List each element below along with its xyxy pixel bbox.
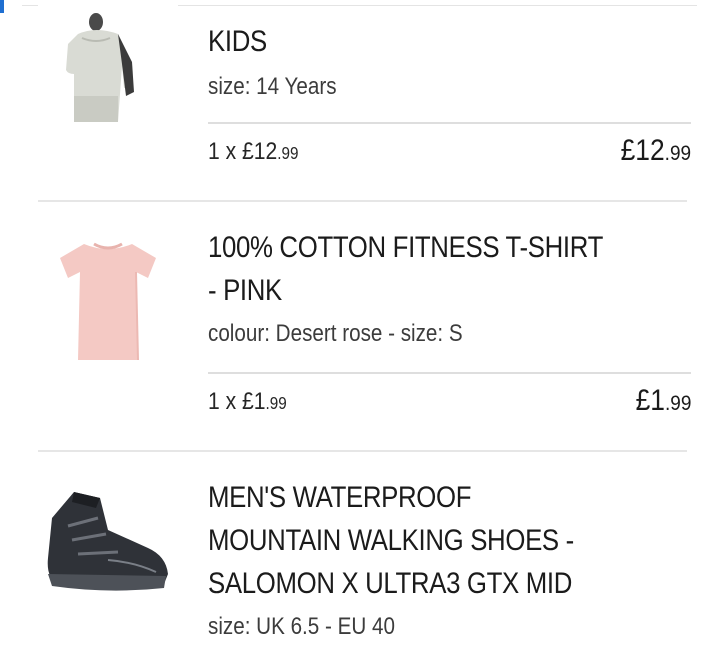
item-name-line-2[interactable]: - PINK xyxy=(208,269,690,312)
line-total: £12.99 xyxy=(621,134,691,168)
item-variant: colour: Desert rose - size: S xyxy=(208,320,463,347)
item-name[interactable]: KIDS xyxy=(208,20,690,63)
unit-price-decimals: .99 xyxy=(277,143,299,163)
quantity-text: 1 x xyxy=(208,138,243,165)
item-name-line-1[interactable]: MEN'S WATERPROOF xyxy=(208,476,690,519)
pink-tshirt-icon[interactable] xyxy=(38,232,178,372)
accent-marker xyxy=(0,0,4,13)
price-row: 1 x £1.99 £1.99 xyxy=(208,372,691,434)
walking-shoe-icon[interactable] xyxy=(38,478,178,618)
cart-item-list: KIDS size: 14 Years 1 x £12.99 £12.99 10… xyxy=(0,0,715,658)
item-variant: size: 14 Years xyxy=(208,73,337,100)
item-divider xyxy=(38,450,687,452)
item-variant: size: UK 6.5 - EU 40 xyxy=(208,613,395,640)
item-name-line-1[interactable]: 100% COTTON FITNESS T-SHIRT xyxy=(208,226,690,269)
unit-price-decimals: .99 xyxy=(265,393,287,413)
unit-price-main: £1 xyxy=(242,388,266,415)
item-name-line-2[interactable]: MOUNTAIN WALKING SHOES - xyxy=(208,519,690,562)
kids-clothing-icon[interactable] xyxy=(38,4,178,144)
line-total-main: £12 xyxy=(620,134,665,167)
quantity-unit-price: 1 x £1.99 xyxy=(208,388,287,416)
line-total: £1.99 xyxy=(635,384,691,418)
quantity-text: 1 x xyxy=(208,388,243,415)
quantity-unit-price: 1 x £12.99 xyxy=(208,138,298,166)
line-total-main: £1 xyxy=(635,384,665,417)
unit-price-main: £12 xyxy=(242,138,278,165)
item-divider xyxy=(38,200,687,202)
item-name-line-3[interactable]: SALOMON X ULTRA3 GTX MID xyxy=(208,562,690,605)
line-total-decimals: .99 xyxy=(664,140,691,165)
price-row: 1 x £12.99 £12.99 xyxy=(208,122,691,184)
line-total-decimals: .99 xyxy=(664,390,691,415)
